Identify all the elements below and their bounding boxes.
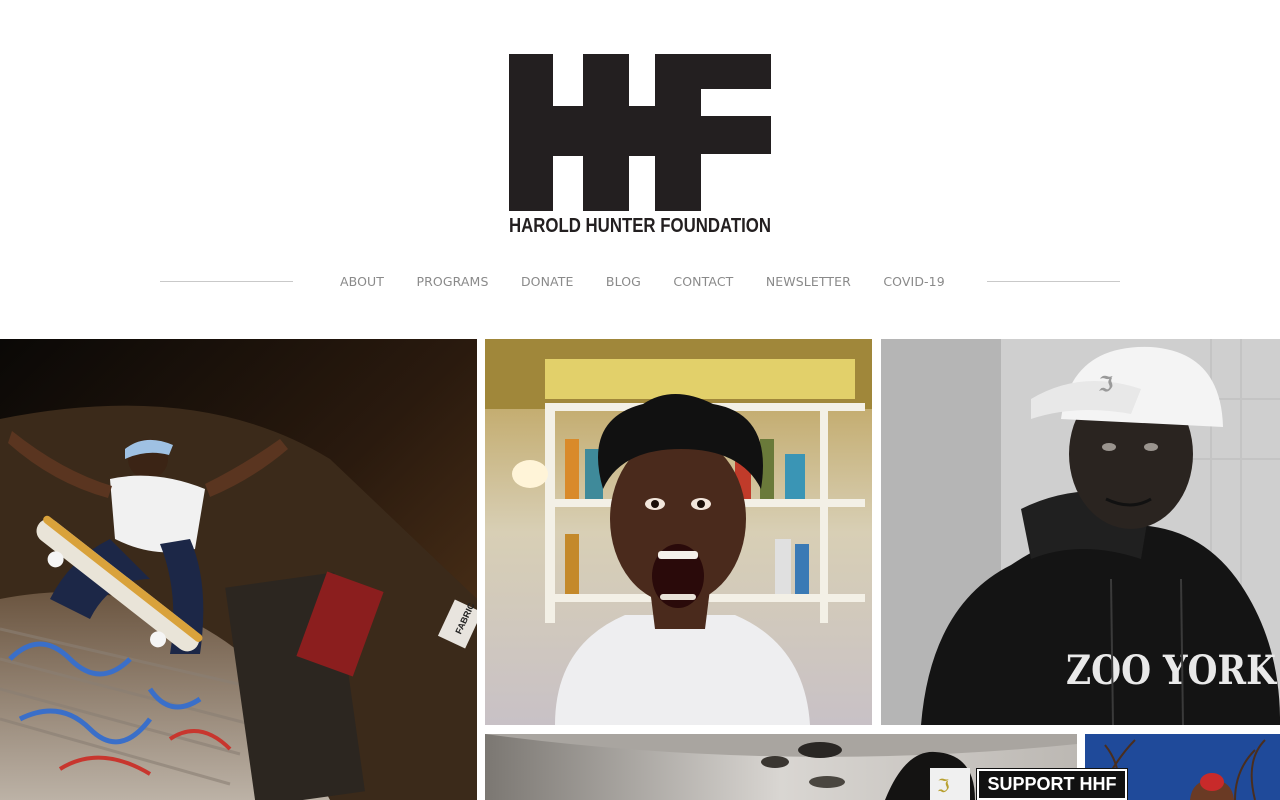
nav-link-contact[interactable]: CONTACT (673, 274, 733, 289)
white-cap-portrait-photo[interactable]: ℑ ZOO YORK (881, 339, 1280, 725)
nav-link-about[interactable]: ABOUT (340, 274, 384, 289)
nav-list: ABOUT PROGRAMS DONATE BLOG CONTACT NEWSL… (340, 273, 945, 291)
nav-item-donate: DONATE (521, 273, 574, 291)
screaming-portrait-image (485, 339, 872, 725)
main-nav: ABOUT PROGRAMS DONATE BLOG CONTACT NEWSL… (0, 270, 1280, 294)
logo-wordmark: HAROLD HUNTER FOUNDATION (509, 215, 771, 236)
white-cap-portrait-image: ℑ ZOO YORK (881, 339, 1280, 725)
screaming-portrait-photo[interactable] (485, 339, 872, 725)
hhf-monogram-icon (509, 54, 771, 211)
skater-photo[interactable]: FABRIC (0, 339, 477, 800)
nav-item-blog: BLOG (606, 273, 641, 291)
site-logo[interactable]: HAROLD HUNTER FOUNDATION (509, 54, 771, 236)
nav-item-programs: PROGRAMS (416, 273, 488, 291)
nav-item-about: ABOUT (340, 273, 384, 291)
nav-link-covid-19[interactable]: COVID-19 (883, 274, 944, 289)
nav-link-blog[interactable]: BLOG (606, 274, 641, 289)
nav-divider-right (987, 281, 1120, 282)
nav-link-programs[interactable]: PROGRAMS (416, 274, 488, 289)
nav-link-newsletter[interactable]: NEWSLETTER (766, 274, 851, 289)
cap-logo-glyph: ℑ (1098, 372, 1113, 396)
svg-text:HAROLD HUNTER FOUNDATION: HAROLD HUNTER FOUNDATION (509, 215, 771, 236)
nav-item-covid-19: COVID-19 (883, 273, 944, 291)
bottom-photo-glyph: ℑ (937, 776, 950, 797)
zoo-york-print: ZOO YORK (1066, 647, 1277, 694)
nav-item-contact: CONTACT (673, 273, 733, 291)
nav-item-newsletter: NEWSLETTER (766, 273, 851, 291)
nav-divider-left (160, 281, 293, 282)
support-hhf-button[interactable]: SUPPORT HHF (976, 768, 1128, 800)
nav-link-donate[interactable]: DONATE (521, 274, 574, 289)
photo-gallery: FABRIC ℑ ZOO YORK ℑ (0, 339, 1280, 800)
site-header: HAROLD HUNTER FOUNDATION ABOUT PROGRAMS … (0, 0, 1280, 339)
skater-image: FABRIC (0, 339, 477, 800)
